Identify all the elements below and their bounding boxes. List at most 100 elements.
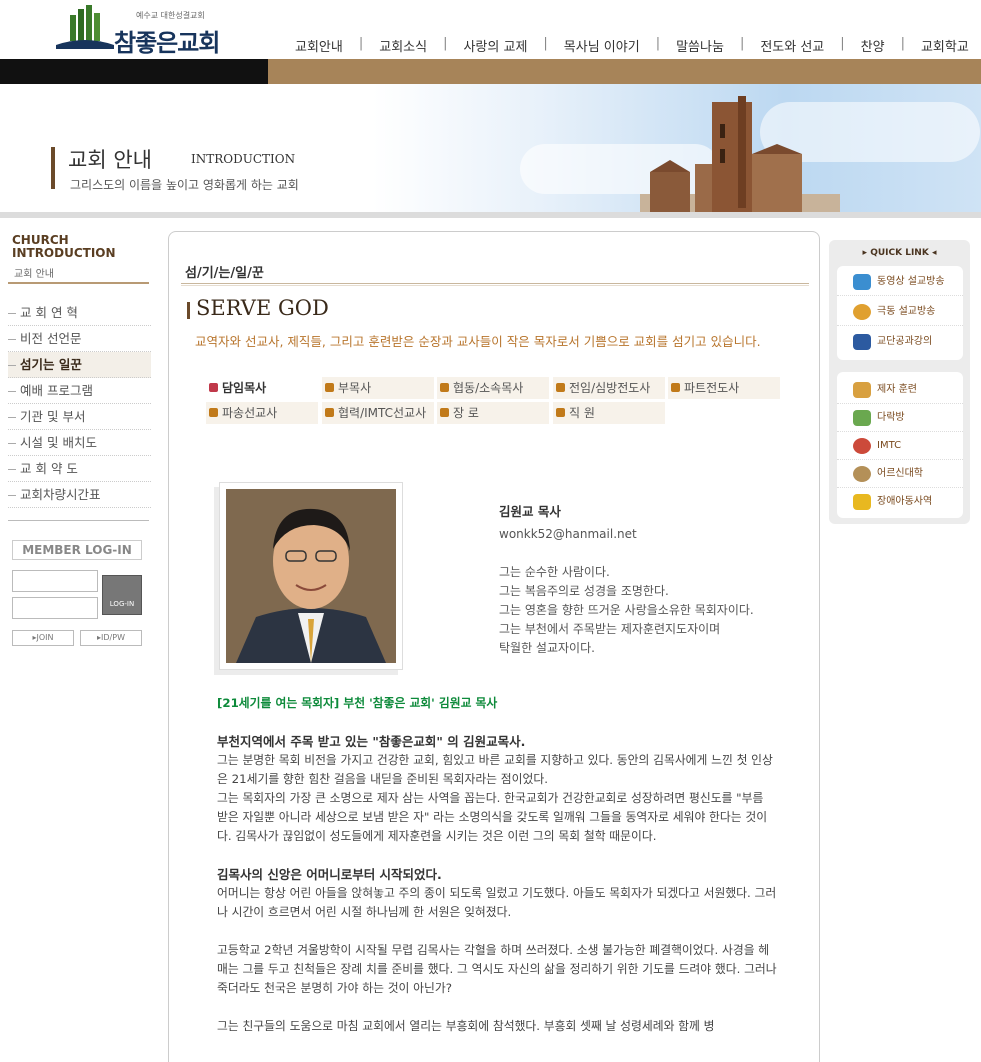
tab-associate-pastor[interactable]: 부목사 — [322, 377, 434, 399]
header-bar-brown — [268, 59, 981, 84]
quick-link-cell-group[interactable]: 다락방 — [837, 404, 963, 432]
lecture-icon — [853, 334, 871, 350]
person-icon — [853, 494, 871, 510]
login-password-input[interactable] — [12, 597, 98, 619]
sidebar-item-bus-schedule[interactable]: 교회차량시간표 — [8, 482, 151, 508]
gnb-separator: | — [739, 36, 745, 51]
article-paragraph: 고등학교 2학년 겨울방학이 시작될 무렵 김목사는 각혈을 하며 쓰러졌다. … — [217, 943, 777, 995]
login-button-label: LOG-IN — [109, 600, 135, 608]
quick-link-disabled-ministry[interactable]: 장애아동사역 — [837, 488, 963, 516]
tab-cooperating-pastor[interactable]: 협동/소속목사 — [437, 377, 549, 399]
gnb-separator: | — [543, 36, 548, 51]
page-subtitle: 그리스도의 이름을 높이고 영화롭게 하는 교회 — [70, 178, 299, 192]
sidebar-heading-sub: 교회 안내 — [14, 269, 54, 280]
sidebar-item-facilities[interactable]: 시설 및 배치도 — [8, 430, 151, 456]
profile-line: 탁월한 설교자이다. — [499, 641, 595, 655]
tab-evangelist[interactable]: 전임/심방전도사 — [553, 377, 665, 399]
quick-group-media: 동영상 설교방송 극동 설교방송 교단공과강의 — [837, 266, 963, 360]
gnb-item[interactable]: 교회소식 — [369, 36, 437, 55]
profile-line: 그는 부천에서 주목받는 제자훈련지도자이며 — [499, 622, 721, 636]
quick-link-senior-college[interactable]: 어르신대학 — [837, 460, 963, 488]
church-logo-icon — [56, 5, 114, 49]
tab-staff[interactable]: 직 원 — [553, 402, 665, 424]
page-title: 교회 안내 — [68, 148, 152, 172]
tab-imtc-missionary[interactable]: 협력/IMTC선교사 — [322, 402, 434, 424]
gnb-separator: | — [443, 36, 448, 51]
pastor-name: 김원교 목사 — [499, 504, 561, 519]
header-bar-dark — [0, 59, 268, 84]
section-title: SERVE GOD — [196, 296, 329, 320]
article-paragraph: 그는 분명한 목회 비전을 가지고 건강한 교회, 힘있고 바른 교회를 지향하… — [217, 753, 773, 786]
gnb-item[interactable]: 찬양 — [851, 36, 895, 55]
main-content: 섬/기/는/일/꾼 SERVE GOD 교역자와 선교사, 제직들, 그리고 훈… — [168, 231, 820, 1062]
breadcrumb-underline — [181, 283, 809, 286]
pastor-article: [21세기를 여는 목회자] 부천 '참좋은 교회' 김원교 목사 부천지역에서… — [217, 694, 777, 1055]
quick-link-title: ▸ QUICK LINK ◂ — [862, 248, 937, 258]
quick-link-imtc[interactable]: IMTC — [837, 432, 963, 460]
quick-link-discipleship[interactable]: 제자 훈련 — [837, 376, 963, 404]
quick-link-label: 다락방 — [877, 412, 905, 423]
breadcrumb: 섬/기/는/일/꾼 — [185, 266, 264, 281]
section-description: 교역자와 선교사, 제직들, 그리고 훈련받은 순장과 교사들이 작은 목자로서… — [195, 334, 761, 349]
join-button[interactable]: ▸JOIN — [12, 630, 74, 646]
gnb-item[interactable]: 교회학교 — [911, 36, 979, 55]
video-icon — [853, 274, 871, 290]
cell-group-icon — [853, 410, 871, 426]
sidebar-item-departments[interactable]: 기관 및 부서 — [8, 404, 151, 430]
sidebar: CHURCH INTRODUCTION 교회 안내 교 회 연 혁 비전 선언문… — [0, 218, 159, 1062]
gnb-separator: | — [655, 36, 661, 51]
login-id-input[interactable] — [12, 570, 98, 592]
quick-link-lecture[interactable]: 교단공과강의 — [837, 328, 963, 356]
article-subheading: 부천지역에서 주목 받고 있는 "참좋은교회" 의 김원교목사. — [217, 734, 526, 749]
page-title-english: INTRODUCTION — [191, 152, 296, 166]
gnb-separator: | — [840, 36, 845, 51]
pastor-portrait-image — [226, 489, 396, 663]
tab-elder[interactable]: 장 로 — [437, 402, 549, 424]
sidebar-heading: CHURCH INTRODUCTION — [12, 234, 116, 260]
gnb-item[interactable]: 말씀나눔 — [666, 36, 734, 55]
login-button[interactable]: LOG-IN — [102, 575, 142, 615]
find-idpw-button[interactable]: ▸ID/PW — [80, 630, 142, 646]
church-tower-image — [640, 96, 840, 212]
quick-group-ministry: 제자 훈련 다락방 IMTC 어르신대학 장애아동사역 — [837, 372, 963, 518]
quick-link-label: 장애아동사역 — [877, 496, 933, 507]
sidebar-item-worship[interactable]: 예배 프로그램 — [8, 378, 151, 404]
profile-line: 그는 순수한 사람이다. — [499, 565, 610, 579]
sidebar-menu: 교 회 연 혁 비전 선언문 섬기는 일꾼 예배 프로그램 기관 및 부서 시설… — [8, 300, 151, 508]
tab-senior-pastor[interactable]: 담임목사 — [206, 377, 318, 399]
tab-missionary[interactable]: 파송선교사 — [206, 402, 318, 424]
gnb-item[interactable]: 목사님 이야기 — [554, 36, 650, 55]
quick-link-label: 동영상 설교방송 — [877, 276, 945, 287]
article-paragraph: 그는 친구들의 도움으로 마침 교회에서 열리는 부흥회에 참석했다. 부흥회 … — [217, 1019, 715, 1033]
idpw-label: ID/PW — [101, 633, 125, 642]
section-banner: 교회 안내 INTRODUCTION 그리스도의 이름을 높이고 영화롭게 하는… — [0, 84, 981, 212]
gnb-separator: | — [900, 36, 905, 51]
sidebar-item-vision[interactable]: 비전 선언문 — [8, 326, 151, 352]
quick-link-title-text: QUICK LINK — [870, 248, 929, 258]
gnb-separator: | — [358, 36, 364, 51]
quick-link-label: 어르신대학 — [877, 468, 923, 479]
sidebar-item-history[interactable]: 교 회 연 혁 — [8, 300, 151, 326]
profile-line: 그는 복음주의로 성경을 조명한다. — [499, 584, 669, 598]
quick-link-video-sermon[interactable]: 동영상 설교방송 — [837, 268, 963, 296]
gnb-item[interactable]: 전도와 선교 — [750, 36, 834, 55]
title-accent-bar — [51, 147, 55, 189]
logo-title: 참좋은교회 — [114, 29, 220, 57]
quick-link-panel: ▸ QUICK LINK ◂ 동영상 설교방송 극동 설교방송 교단공과강의 제… — [829, 240, 970, 524]
profile-line: 그는 영혼을 향한 뜨거운 사랑을소유한 목회자이다. — [499, 603, 754, 617]
gnb-item[interactable]: 교회안내 — [285, 36, 353, 55]
quick-link-radio-sermon[interactable]: 극동 설교방송 — [837, 298, 963, 326]
radio-icon — [853, 304, 871, 320]
article-paragraph: 그는 목회자의 가장 큰 소명으로 제자 삼는 사역을 꼽는다. 한국교회가 건… — [217, 791, 768, 843]
tab-part-evangelist[interactable]: 파트전도사 — [668, 377, 780, 399]
gnb-item[interactable]: 사랑의 교제 — [453, 36, 537, 55]
sidebar-item-map[interactable]: 교 회 약 도 — [8, 456, 151, 482]
article-paragraph: 어머니는 항상 어린 아들을 앉혀놓고 주의 종이 되도록 일렀고 기도했다. … — [217, 886, 777, 919]
quick-link-label: 교단공과강의 — [877, 336, 933, 347]
book-icon — [853, 382, 871, 398]
pastor-email[interactable]: wonkk52@hanmail.net — [499, 525, 754, 544]
site-logo[interactable]: 예수교 대한성결교회 참좋은교회 — [46, 5, 226, 57]
pastor-photo-frame — [219, 482, 403, 670]
sidebar-item-servants[interactable]: 섬기는 일꾼 — [8, 352, 151, 378]
article-headline: [21세기를 여는 목회자] 부천 '참좋은 교회' 김원교 목사 — [217, 696, 498, 710]
